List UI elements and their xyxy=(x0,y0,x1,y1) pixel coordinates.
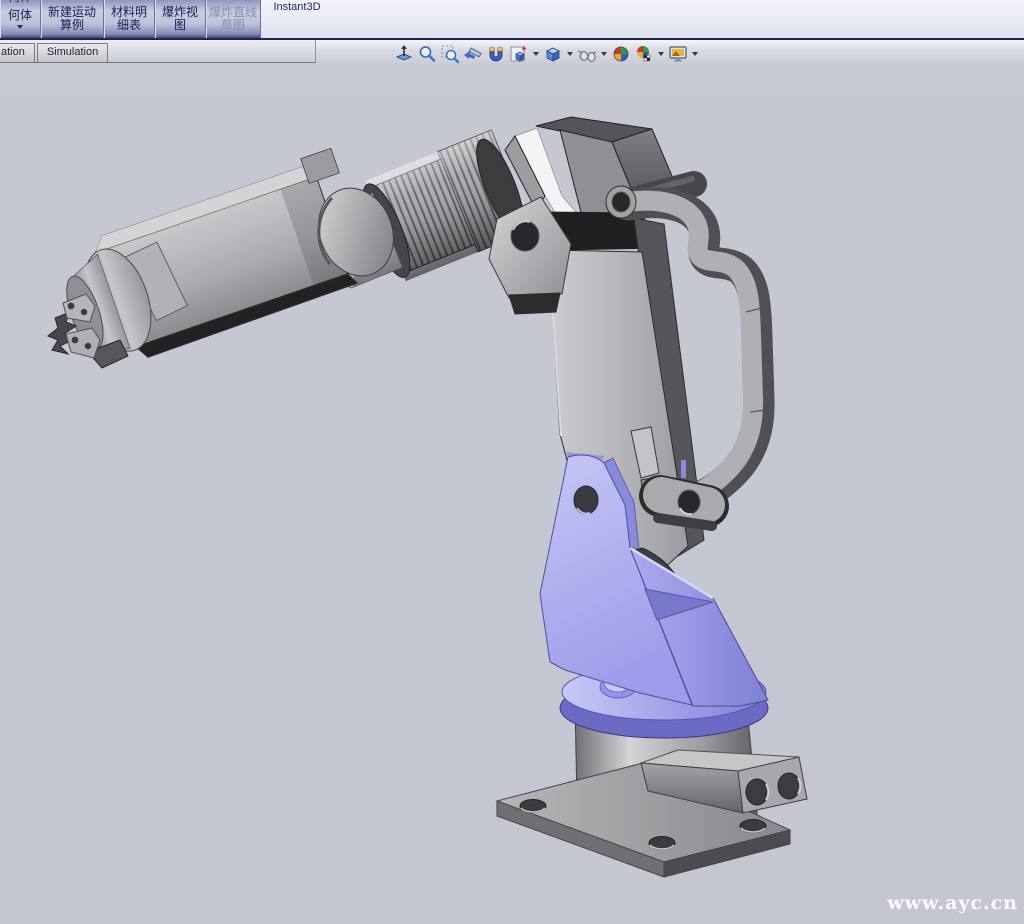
view-orientation-dropdown-caret[interactable] xyxy=(533,52,539,56)
hide-show-items-dropdown-caret[interactable] xyxy=(601,52,607,56)
toolbar-button-geometry[interactable]: 何体 何体 xyxy=(0,0,41,38)
tab-animation-partial[interactable]: ation xyxy=(0,43,35,62)
toolbar-button-exploded-view[interactable]: 爆炸视图 xyxy=(155,0,206,38)
edit-appearance-icon[interactable] xyxy=(611,44,631,64)
robot-arm-model xyxy=(0,40,1024,924)
graphics-viewport[interactable]: ation Simulation xyxy=(0,40,1024,924)
headsup-view-toolbar xyxy=(394,43,699,65)
display-style-icon[interactable] xyxy=(543,44,563,64)
normal-to-icon[interactable] xyxy=(394,44,414,64)
command-toolbar: 何体 何体 新建运动算例 材料明细表 爆炸视图 爆炸直线草图 Instant3D xyxy=(0,0,1024,40)
watermark: www.ayc.cn xyxy=(887,892,1018,914)
display-style-dropdown-caret[interactable] xyxy=(567,52,573,56)
toolbar-button-explode-line-sketch: 爆炸直线草图 xyxy=(206,0,261,38)
toolbar-button-new-motion-study[interactable]: 新建运动算例 xyxy=(41,0,104,38)
zoom-to-area-icon[interactable] xyxy=(440,44,460,64)
view-settings-dropdown-caret[interactable] xyxy=(692,52,698,56)
view-settings-icon[interactable] xyxy=(668,44,688,64)
toolbar-empty-area xyxy=(333,0,1024,38)
previous-view-icon[interactable] xyxy=(463,44,483,64)
tab-simulation[interactable]: Simulation xyxy=(37,43,108,62)
hide-show-items-icon[interactable] xyxy=(577,44,597,64)
view-orientation-icon[interactable] xyxy=(509,44,529,64)
section-view-icon[interactable] xyxy=(486,44,506,64)
apply-scene-dropdown-caret[interactable] xyxy=(658,52,664,56)
solidworks-window: 何体 何体 新建运动算例 材料明细表 爆炸视图 爆炸直线草图 Instant3D xyxy=(0,0,1024,924)
apply-scene-icon[interactable] xyxy=(634,44,654,64)
dropdown-caret-icon[interactable] xyxy=(17,25,23,29)
toolbar-button-instant3d[interactable]: Instant3D xyxy=(261,0,333,38)
zoom-to-fit-icon[interactable] xyxy=(417,44,437,64)
toolbar-button-bill-of-materials[interactable]: 材料明细表 xyxy=(104,0,155,38)
motion-tab-strip: ation Simulation xyxy=(0,40,316,63)
